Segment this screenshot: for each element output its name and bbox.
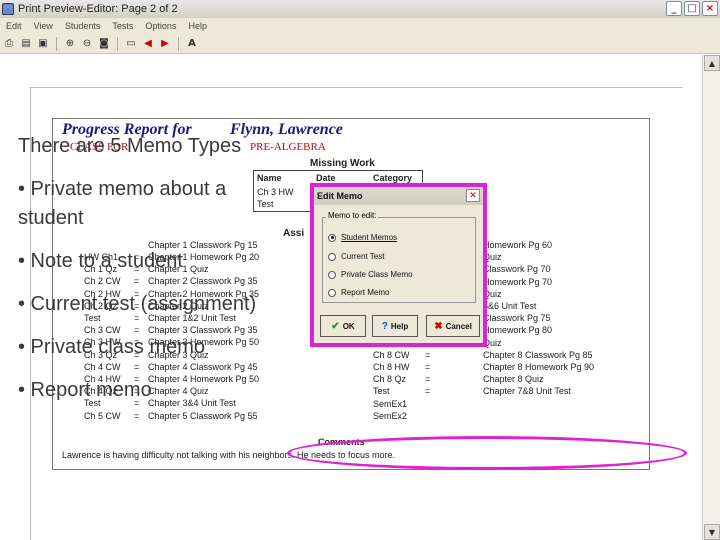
slide-heading: There are 5 Memo Types	[18, 135, 242, 157]
maximize-button[interactable]: □	[684, 1, 700, 16]
assignment-description: Homework Pg 80	[483, 325, 553, 336]
radio-selected-icon[interactable]	[328, 233, 336, 242]
radio-current-test[interactable]: Current Test	[328, 252, 384, 261]
mw-col-name: Name	[257, 173, 282, 183]
cancel-button[interactable]: ✖ Cancel	[426, 315, 480, 337]
font-icon[interactable]: A	[185, 37, 199, 51]
assignment-code: SemEx2	[373, 410, 408, 421]
ok-label: OK	[342, 321, 355, 331]
assignment-description: 5&6 Unit Test	[483, 301, 537, 311]
assignment-description: Homework Pg 60	[483, 240, 553, 250]
radio-student-memos[interactable]: Student Memos	[328, 233, 397, 242]
mw-row-name: Test	[257, 199, 274, 209]
window-titlebar: Print Preview-Editor: Page 2 of 2 _ □ ×	[0, 0, 720, 18]
assignment-description: Classwork Pg 75	[483, 313, 551, 324]
next-page-icon[interactable]: ▶	[158, 37, 172, 51]
dialog-titlebar: Edit Memo ✕	[314, 187, 483, 205]
assignment-code: Ch 8 CW	[373, 349, 410, 360]
save-icon[interactable]: ▣	[36, 37, 50, 51]
menu-view[interactable]: View	[34, 21, 53, 31]
printer-setup-icon[interactable]: ▤	[19, 37, 33, 51]
menu-help[interactable]: Help	[188, 21, 207, 31]
assignment-code: Ch 8 HW	[373, 362, 410, 372]
radio-icon[interactable]	[328, 270, 336, 279]
equals-sign: =	[425, 362, 431, 372]
slide-bullet: • Private memo about a student	[18, 178, 227, 229]
assignment-code: Ch 8 Qz	[373, 374, 407, 385]
radio-private-class-memo[interactable]: Private Class Memo	[328, 270, 413, 279]
minimize-button[interactable]: _	[666, 1, 682, 16]
menu-students[interactable]: Students	[65, 21, 101, 31]
slide-text-block: There are 5 Memo Types • Private memo ab…	[18, 132, 258, 419]
check-icon: ✔	[331, 320, 340, 332]
slide-bullet: • Current test (assignment)	[18, 293, 257, 315]
radio-icon[interactable]	[328, 288, 336, 297]
slide-bullet: • Report memo	[18, 379, 152, 401]
assignment-description: Chapter 8 Classwork Pg 85	[483, 349, 593, 360]
dialog-title: Edit Memo	[317, 191, 363, 201]
help-icon: ?	[381, 320, 388, 332]
equals-sign: =	[425, 374, 431, 385]
zoom-page-icon[interactable]: ◙	[97, 37, 111, 51]
mw-col-category: Category	[373, 173, 413, 183]
assignment-description: Classwork Pg 70	[483, 264, 551, 275]
radio-label: Current Test	[341, 252, 385, 261]
page-icon[interactable]: ▭	[124, 37, 138, 51]
memo-group-label: Memo to edit:	[326, 211, 379, 220]
vertical-scrollbar[interactable]: ▲ ▼	[702, 55, 720, 540]
menu-options[interactable]: Options	[145, 21, 176, 31]
radio-label: Student Memos	[341, 233, 398, 242]
window-title: Print Preview-Editor: Page 2 of 2	[18, 3, 178, 15]
cancel-label: Cancel	[445, 321, 472, 331]
subject-label: PRE-ALGEBRA	[250, 141, 326, 153]
edit-memo-dialog: Edit Memo ✕ Memo to edit: Student Memos …	[310, 183, 487, 347]
slide-bullet: • Note to a student	[18, 250, 183, 272]
assignment-description: Chapter 8 Homework Pg 90	[483, 362, 595, 372]
assignment-code: SemEx1	[373, 398, 408, 409]
close-button[interactable]: ×	[702, 1, 718, 16]
menu-tests[interactable]: Tests	[112, 21, 133, 31]
assignment-code: Test	[373, 386, 390, 397]
print-icon[interactable]: ⎙	[2, 37, 16, 51]
cancel-icon: ✖	[434, 320, 443, 332]
scroll-up-icon[interactable]: ▲	[704, 55, 720, 71]
menu-edit[interactable]: Edit	[6, 21, 22, 31]
menu-bar: Edit View Students Tests Options Help	[0, 18, 720, 34]
assignments-header: Assi	[283, 228, 305, 239]
radio-report-memo[interactable]: Report Memo	[328, 288, 389, 297]
highlight-ellipse	[287, 436, 687, 470]
zoom-out-icon[interactable]: ⊖	[80, 37, 94, 51]
assignment-description: Chapter 8 Quiz	[483, 374, 544, 385]
ok-button[interactable]: ✔ OK	[320, 315, 366, 337]
equals-sign: =	[425, 349, 431, 360]
assignment-description: Chapter 7&8 Unit Test	[483, 386, 571, 397]
help-label: Help	[390, 321, 409, 331]
zoom-in-icon[interactable]: ⊕	[63, 37, 77, 51]
toolbar-separator	[56, 36, 57, 51]
radio-label: Private Class Memo	[341, 270, 413, 279]
missing-work-header: Missing Work	[310, 158, 375, 169]
radio-icon[interactable]	[328, 252, 336, 261]
dialog-close-icon[interactable]: ✕	[466, 189, 480, 202]
toolbar-separator	[178, 36, 179, 51]
equals-sign: =	[425, 386, 431, 397]
toolbar: ⎙ ▤ ▣ ⊕ ⊖ ◙ ▭ ◀ ▶ A	[0, 34, 720, 54]
toolbar-separator	[117, 36, 118, 51]
radio-label: Report Memo	[341, 288, 390, 297]
mw-col-date: Date	[316, 173, 336, 183]
assignment-description: Homework Pg 70	[483, 276, 553, 287]
mw-row-name: Ch 3 HW	[257, 187, 294, 197]
scroll-down-icon[interactable]: ▼	[704, 524, 720, 540]
help-button[interactable]: ? Help	[372, 315, 418, 337]
prev-page-icon[interactable]: ◀	[141, 37, 155, 51]
app-icon	[2, 3, 14, 15]
slide-bullet: • Private class memo	[18, 336, 206, 358]
